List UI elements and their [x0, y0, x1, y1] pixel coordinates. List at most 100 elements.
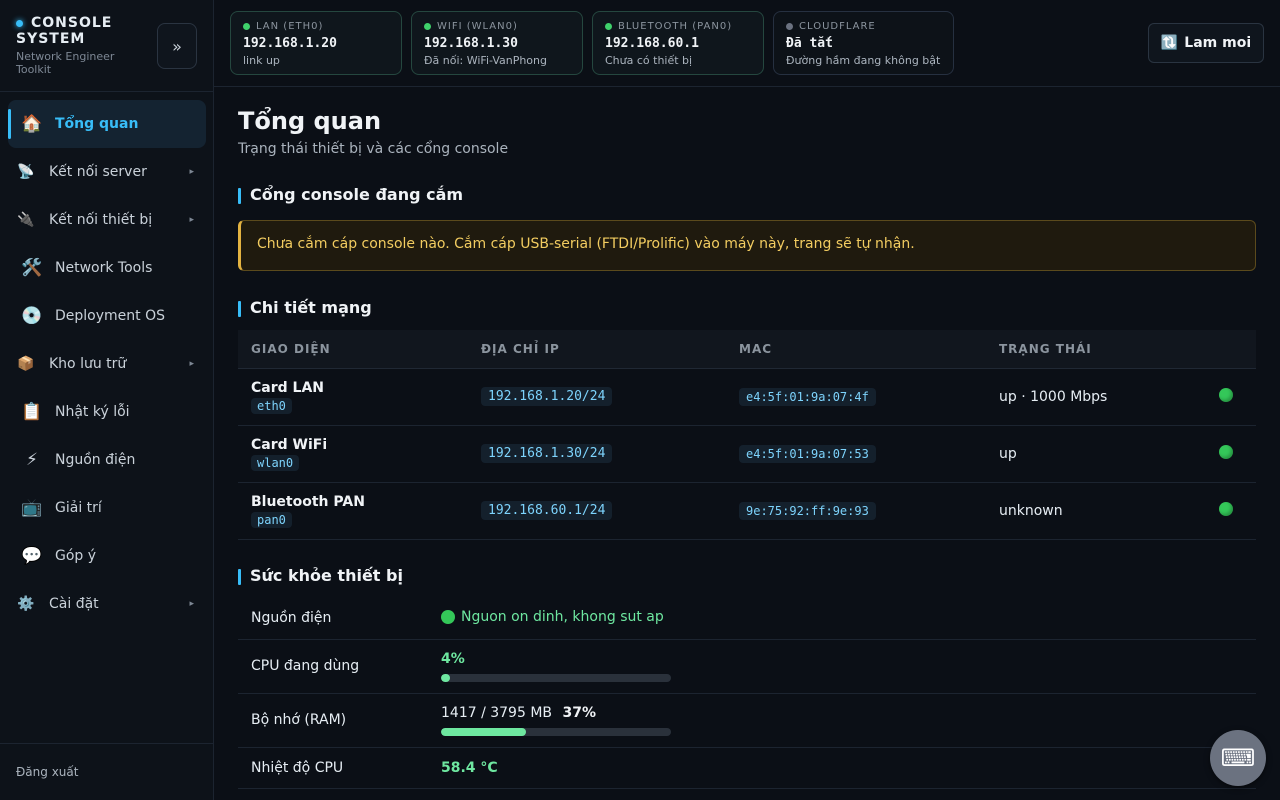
cell-indicator — [1206, 368, 1256, 426]
status-dot-icon — [605, 23, 612, 30]
cell-mac: 9e:75:92:ff:9e:93 — [726, 482, 986, 540]
cell-status: up · 1000 Mbps — [986, 368, 1206, 426]
interface-subtext: Đường hầm đang không bật — [786, 54, 941, 67]
ram-label: Bộ nhớ (RAM) — [251, 712, 347, 728]
collapse-sidebar-button[interactable]: » — [157, 23, 197, 69]
table-row: Bluetooth PAN pan0 192.168.60.1/24 9e:75:92… — [238, 482, 1256, 540]
table-header-row: GIAO DIỆN ĐỊA CHỈ IP MAC TRẠNG THÁI — [238, 330, 1256, 369]
ram-progress-bar — [441, 728, 671, 736]
cell-mac: e4:5f:01:9a:07:53 — [726, 425, 986, 483]
cpu-progress-fill — [441, 674, 451, 682]
cell-status: unknown — [986, 482, 1206, 540]
sidebar-nav: 🏠 Tổng quan 📡 Kết nối server ▸ 🔌 Kết nối thiết… — [0, 100, 214, 628]
cell-indicator — [1206, 482, 1256, 540]
sidebar-item-8[interactable]: 📺 Giải trí — [8, 484, 206, 532]
table-row: Card LAN eth0 192.168.1.20/24 e4:5f:01:9a:0… — [238, 368, 1256, 426]
package-icon: 📦 — [17, 356, 35, 372]
ip-address: 192.168.60.1/24 — [481, 501, 613, 520]
refresh-label: Lam moi — [1184, 35, 1252, 51]
interface-code: eth0 — [251, 397, 292, 414]
network-table: GIAO DIỆN ĐỊA CHỈ IP MAC TRẠNG THÁI Card… — [238, 330, 1256, 540]
status-dot-icon — [243, 23, 250, 30]
cell-interface: Card LAN eth0 — [238, 368, 468, 426]
status-ok-icon — [1219, 444, 1233, 459]
interface-name: Card LAN — [251, 379, 324, 396]
ram-usage-text: 1417 / 3795 MB — [441, 705, 553, 721]
health-row-temp: Nhiệt độ CPU 58.4 °C — [238, 748, 1256, 789]
status-text: unknown — [999, 502, 1063, 519]
sidebar-item-label: Nhật ký lỗi — [55, 404, 130, 420]
keyboard-fab-button[interactable]: ⌨ — [1210, 730, 1266, 786]
topbar: LAN (ETH0) 192.168.1.20 link up WIFI (WLAN0… — [214, 0, 1280, 87]
interface-card-label: BLUETOOTH (PAN0) — [605, 21, 751, 32]
status-dot-icon — [786, 23, 793, 30]
mac-address: 9e:75:92:ff:9e:93 — [739, 501, 876, 520]
cell-ip: 192.168.1.20/24 — [468, 368, 726, 426]
sidebar-item-label: Kết nối thiết bị — [49, 212, 153, 228]
network-section-title: Chi tiết mạng — [238, 298, 372, 317]
column-header-mac: MAC — [726, 330, 986, 369]
chevron-right-icon: ▸ — [189, 599, 194, 609]
sidebar-item-label: Nguồn điện — [55, 452, 136, 468]
interface-name: Bluetooth PAN — [251, 493, 365, 510]
chevron-right-icon: ▸ — [189, 167, 194, 177]
status-dot-icon — [424, 23, 431, 30]
sidebar-item-5[interactable]: 📦 Kho lưu trữ ▸ — [8, 340, 206, 388]
status-text: up · 1000 Mbps — [999, 388, 1108, 405]
console-section-title: Cổng console đang cắm — [238, 185, 463, 204]
health-row-cpu: CPU đang dùng 4% — [238, 640, 1256, 694]
console-alert: Chưa cắm cáp console nào. Cắm cáp USB-se… — [238, 220, 1256, 271]
status-text: up — [999, 445, 1017, 462]
power-value: Nguon on dinh, khong sut ap — [441, 609, 664, 625]
temp-value: 58.4 °C — [441, 760, 498, 776]
cell-interface: Card WiFi wlan0 — [238, 425, 468, 483]
sidebar-item-1[interactable]: 📡 Kết nối server ▸ — [8, 148, 206, 196]
interface-value: Đã tắt — [786, 36, 833, 51]
cell-ip: 192.168.1.30/24 — [468, 425, 726, 483]
lightning-icon: ⚡ — [26, 450, 38, 470]
interface-card-label: WIFI (WLAN0) — [424, 21, 570, 32]
sidebar-item-4[interactable]: 💿 Deployment OS — [8, 292, 206, 340]
sidebar-item-label: Deployment OS — [55, 308, 165, 324]
sidebar: CONSOLE SYSTEM Network Engineer Toolkit … — [0, 0, 214, 800]
brand-subtitle: Network Engineer Toolkit — [16, 50, 115, 76]
ip-address: 192.168.1.30/24 — [481, 444, 613, 463]
temp-label: Nhiệt độ CPU — [251, 760, 344, 776]
sidebar-item-label: Góp ý — [55, 548, 97, 564]
sidebar-item-7[interactable]: ⚡ Nguồn điện — [8, 436, 206, 484]
cell-status: up — [986, 425, 1206, 483]
page-title: Tổng quan — [238, 107, 382, 135]
refresh-button[interactable]: 🔃 Lam moi — [1148, 23, 1264, 63]
sidebar-item-label: Giải trí — [55, 500, 102, 516]
power-label: Nguồn điện — [251, 610, 332, 626]
interface-name: WIFI (WLAN0) — [437, 21, 518, 32]
interface-value: 192.168.1.30 — [424, 36, 518, 51]
column-header-status: TRẠNG THÁI — [986, 330, 1206, 369]
sidebar-item-2[interactable]: 🔌 Kết nối thiết bị ▸ — [8, 196, 206, 244]
gear-icon: ⚙️ — [17, 596, 35, 612]
interface-code: pan0 — [251, 511, 292, 528]
keyboard-icon: ⌨ — [1220, 744, 1256, 772]
interface-card-0: LAN (ETH0) 192.168.1.20 link up — [230, 11, 402, 75]
sidebar-item-0[interactable]: 🏠 Tổng quan — [8, 100, 206, 148]
health-row-power: Nguồn điện Nguon on dinh, khong sut ap — [238, 598, 1256, 640]
refresh-icon: 🔃 — [1160, 35, 1179, 51]
cpu-label: CPU đang dùng — [251, 658, 360, 674]
sidebar-item-6[interactable]: 📋 Nhật ký lỗi — [8, 388, 206, 436]
cpu-value: 4% — [441, 651, 671, 682]
logout-link[interactable]: Đăng xuất — [16, 765, 78, 779]
brand-title: CONSOLE SYSTEM — [16, 15, 113, 47]
sidebar-item-3[interactable]: 🛠️ Network Tools — [8, 244, 206, 292]
ram-percent: 37% — [562, 705, 596, 721]
sidebar-item-10[interactable]: ⚙️ Cài đặt ▸ — [8, 580, 206, 628]
tv-icon: 📺 — [21, 498, 43, 518]
interface-value: 192.168.1.20 — [243, 36, 337, 51]
cell-interface: Bluetooth PAN pan0 — [238, 482, 468, 540]
cell-mac: e4:5f:01:9a:07:4f — [726, 368, 986, 426]
cpu-progress-bar — [441, 674, 671, 682]
interface-subtext: link up — [243, 54, 280, 67]
interface-name: CLOUDFLARE — [799, 21, 876, 32]
power-status-text: Nguon on dinh, khong sut ap — [461, 609, 664, 625]
sidebar-item-9[interactable]: 💬 Góp ý — [8, 532, 206, 580]
satellite-icon: 📡 — [17, 164, 35, 180]
